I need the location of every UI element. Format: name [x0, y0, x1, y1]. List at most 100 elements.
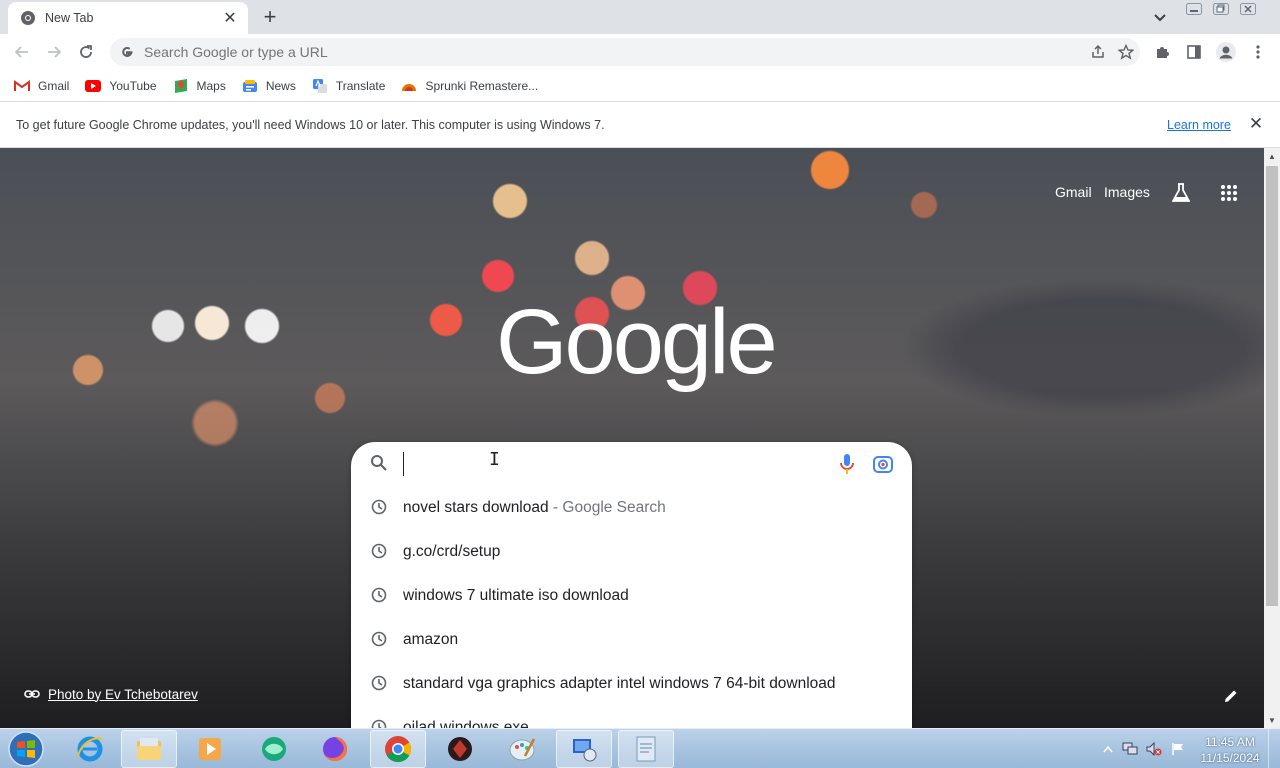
suggestion-item[interactable]: amazon — [351, 618, 912, 662]
taskbar-app[interactable] — [246, 730, 302, 768]
game-icon — [448, 737, 472, 761]
lens-camera-icon[interactable] — [872, 453, 894, 475]
action-center-flag-icon[interactable] — [1170, 741, 1186, 757]
taskbar-file-explorer[interactable] — [121, 730, 177, 768]
new-tab-button[interactable]: + — [258, 4, 282, 29]
clock-time[interactable]: 11:45 AM — [1200, 735, 1260, 749]
omnibox-input[interactable] — [144, 44, 1084, 60]
paint-icon — [509, 738, 536, 761]
network-icon — [573, 739, 597, 762]
translate-icon — [312, 78, 328, 94]
profile-avatar-icon[interactable] — [1214, 40, 1238, 64]
extensions-icon[interactable] — [1150, 40, 1174, 64]
learn-more-link[interactable]: Learn more — [1167, 118, 1231, 132]
page-scrollbar[interactable]: ▲ ▼ — [1264, 148, 1280, 728]
tab-title: New Tab — [45, 11, 94, 25]
photo-credit-text: Photo by Ev Tchebotarev — [48, 686, 198, 702]
history-clock-icon — [371, 675, 387, 691]
suggestion-text: standard vga graphics adapter intel wind… — [403, 675, 836, 692]
firefox-icon — [323, 737, 347, 761]
media-player-icon — [199, 738, 221, 760]
photo-credit-link[interactable]: Photo by Ev Tchebotarev — [24, 686, 198, 702]
reload-button[interactable] — [74, 40, 98, 64]
taskbar-media-player[interactable] — [182, 730, 238, 768]
search-input[interactable] — [403, 452, 823, 476]
news-icon — [242, 78, 258, 94]
bookmark-star-icon[interactable] — [1112, 38, 1140, 66]
bookmark-gmail[interactable]: Gmail — [14, 78, 69, 94]
history-clock-icon — [371, 631, 387, 647]
bookmark-sprunki[interactable]: Sprunki Remastere... — [401, 78, 538, 94]
taskbar-chrome[interactable] — [370, 730, 426, 768]
chrome-menu-icon[interactable] — [1246, 40, 1270, 64]
suggestion-text: amazon — [403, 631, 459, 648]
show-desktop-button[interactable] — [1268, 729, 1280, 768]
sprunki-icon — [401, 78, 417, 94]
suggestion-item[interactable]: windows 7 ultimate iso download — [351, 574, 912, 618]
youtube-icon — [85, 78, 102, 94]
start-button-icon[interactable] — [6, 730, 46, 768]
close-window-button[interactable] — [1234, 0, 1261, 18]
chrome-favicon-icon — [21, 11, 35, 25]
bookmark-label: Maps — [196, 78, 226, 93]
text-cursor-icon: I — [489, 449, 500, 470]
minimize-button[interactable] — [1180, 0, 1207, 18]
tab-close-icon[interactable]: ✕ — [222, 10, 238, 27]
taskbar-paint[interactable] — [494, 730, 550, 768]
suggestion-item[interactable]: novel stars download - Google Search — [351, 486, 912, 530]
suggestion-item[interactable]: g.co/crd/setup — [351, 530, 912, 574]
scroll-up-arrow-icon[interactable]: ▲ — [1264, 148, 1280, 164]
taskbar-notepad[interactable] — [618, 730, 674, 768]
scrollbar-thumb[interactable] — [1266, 166, 1278, 606]
tab-new-tab[interactable]: New Tab ✕ — [8, 2, 248, 34]
infobar-message: To get future Google Chrome updates, you… — [16, 118, 605, 132]
realbox: I novel stars download - Google Search g… — [351, 442, 912, 728]
taskbar-network[interactable] — [556, 730, 612, 768]
bookmarks-bar: Gmail YouTube Maps News Translate Sprunk… — [0, 70, 1280, 102]
update-infobar: To get future Google Chrome updates, you… — [0, 103, 1280, 148]
network-tray-icon[interactable] — [1122, 741, 1138, 757]
suggestion-text: g.co/crd/setup — [403, 543, 501, 560]
volume-muted-icon[interactable] — [1146, 741, 1162, 757]
omnibox[interactable] — [110, 38, 1140, 66]
back-button[interactable] — [10, 40, 34, 64]
search-icon — [371, 455, 387, 471]
tab-search-icon[interactable] — [1150, 7, 1170, 27]
labs-flask-icon[interactable] — [1170, 182, 1192, 204]
apps-grid-icon[interactable] — [1218, 182, 1240, 204]
gmail-link[interactable]: Gmail — [1055, 184, 1092, 200]
infobar-close-icon[interactable]: ✕ — [1247, 114, 1265, 133]
bookmark-youtube[interactable]: YouTube — [85, 78, 157, 94]
suggestion-subtext: - Google Search — [548, 499, 666, 516]
side-panel-icon[interactable] — [1182, 40, 1206, 64]
tray-expand-arrow-icon[interactable] — [1100, 741, 1116, 757]
new-tab-page: Gmail Images Google I novel stars downlo… — [0, 148, 1264, 728]
suggestion-text: oilad windows exe — [403, 719, 529, 728]
taskbar: 11:45 AM 11/15/2024 — [0, 728, 1280, 768]
share-icon[interactable] — [1084, 38, 1112, 66]
bookmark-translate[interactable]: Translate — [312, 78, 385, 94]
images-link[interactable]: Images — [1104, 184, 1150, 200]
bookmark-label: YouTube — [109, 78, 157, 93]
gmail-icon — [14, 78, 30, 94]
bookmark-label: Gmail — [38, 78, 70, 93]
clock-date[interactable]: 11/15/2024 — [1196, 751, 1264, 765]
restore-button[interactable] — [1207, 0, 1234, 18]
bookmark-news[interactable]: News — [242, 78, 296, 94]
chrome-icon — [385, 736, 412, 763]
voice-search-mic-icon[interactable] — [837, 453, 857, 475]
link-icon — [24, 690, 40, 698]
bookmark-maps[interactable]: Maps — [173, 78, 226, 94]
forward-button[interactable] — [42, 40, 66, 64]
taskbar-firefox[interactable] — [307, 730, 363, 768]
suggestion-item[interactable]: standard vga graphics adapter intel wind… — [351, 662, 912, 706]
forward-arrow-icon — [48, 46, 62, 58]
taskbar-internet-explorer[interactable] — [62, 730, 118, 768]
scroll-down-arrow-icon[interactable]: ▼ — [1264, 712, 1280, 728]
google-g-icon — [122, 47, 133, 57]
notepad-icon — [636, 736, 656, 762]
suggestion-item[interactable]: oilad windows exe — [351, 706, 912, 728]
bookmark-label: Sprunki Remastere... — [425, 78, 539, 93]
taskbar-game[interactable] — [432, 730, 488, 768]
customize-pencil-icon[interactable] — [1222, 687, 1240, 705]
